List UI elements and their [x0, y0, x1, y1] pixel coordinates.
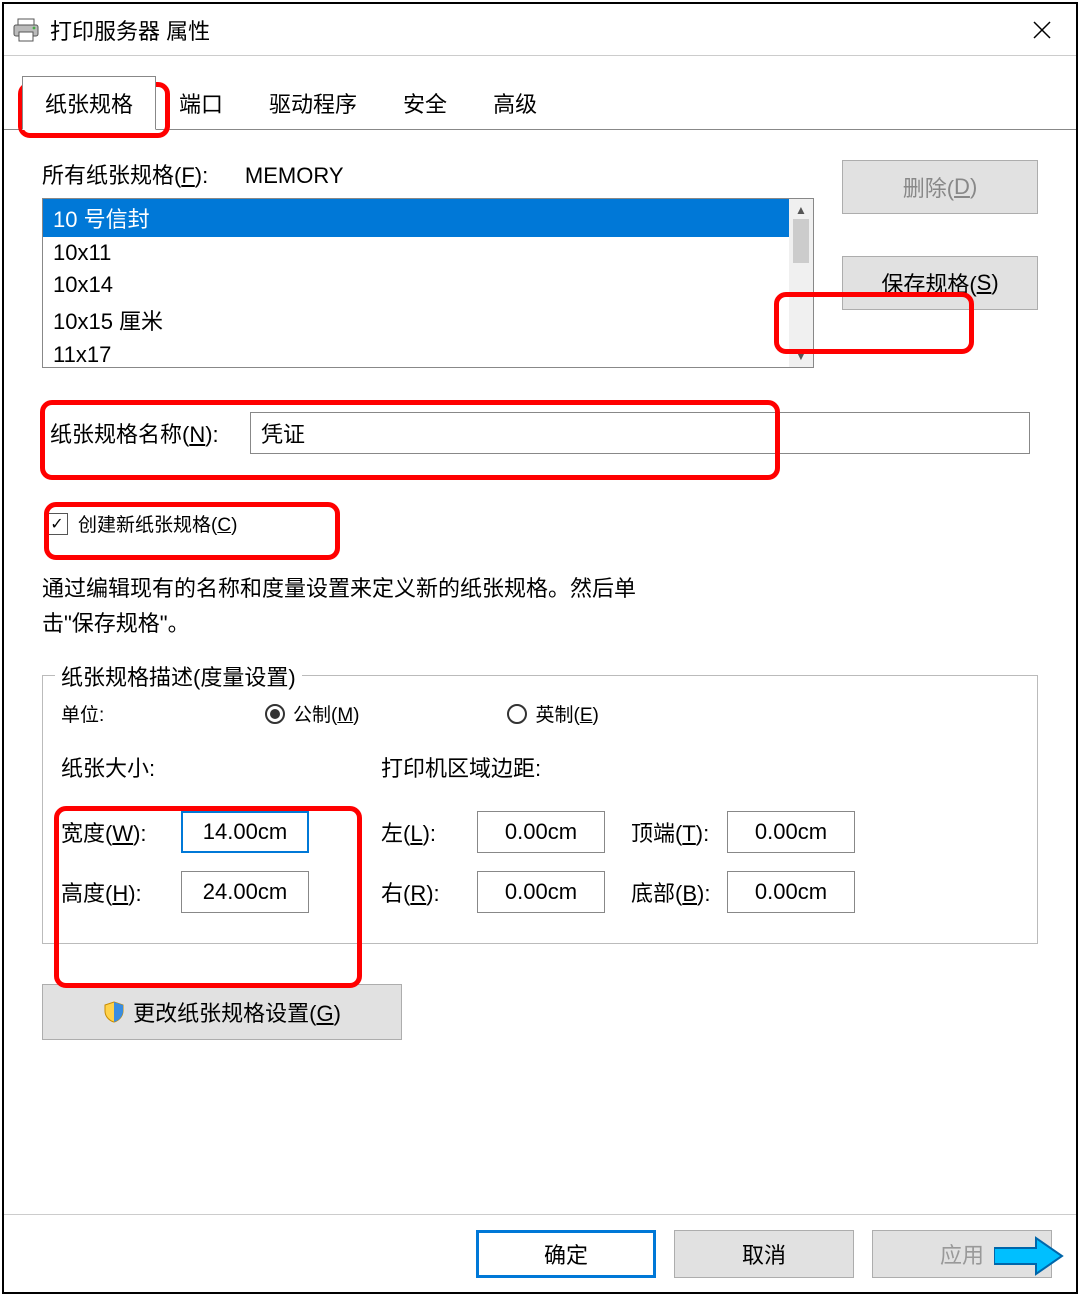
dialog-footer: 确定 取消 应用	[4, 1214, 1076, 1292]
delete-button[interactable]: 删除(D)	[842, 160, 1038, 214]
shield-icon	[103, 1001, 125, 1023]
tab-content: 所有纸张规格(F): MEMORY 10 号信封 10x11 10x14 10x…	[4, 130, 1076, 1040]
annotation-arrow-icon	[994, 1236, 1064, 1276]
all-forms-label: 所有纸张规格(F): MEMORY	[42, 158, 814, 190]
help-text: 通过编辑现有的名称和度量设置来定义新的纸张规格。然后单 击"保存规格"。	[42, 571, 1038, 641]
create-new-checkbox[interactable]: ✓	[46, 513, 68, 535]
scroll-down-icon[interactable]: ▼	[795, 349, 807, 363]
list-item[interactable]: 10x14	[43, 269, 789, 301]
save-form-button[interactable]: 保存规格(S)	[842, 256, 1038, 310]
height-label: 高度(H):	[61, 876, 173, 908]
units-label: 单位:	[61, 700, 221, 727]
list-item[interactable]: 10x11	[43, 237, 789, 269]
top-input[interactable]	[727, 811, 855, 853]
forms-listbox[interactable]: 10 号信封 10x11 10x14 10x15 厘米 11x17 ▲ ▼	[42, 198, 814, 368]
bottom-label: 底部(B):	[631, 876, 719, 908]
close-button[interactable]	[1016, 8, 1068, 52]
tab-drivers[interactable]: 驱动程序	[246, 76, 380, 130]
list-item[interactable]: 10x15 厘米	[43, 301, 789, 339]
ok-button[interactable]: 确定	[476, 1230, 656, 1278]
radio-english[interactable]: 英制(E)	[507, 700, 598, 727]
titlebar: 打印服务器 属性	[4, 4, 1076, 56]
right-label: 右(R):	[381, 876, 469, 908]
measurement-fieldset: 纸张规格描述(度量设置) 单位: 公制(M) 英制(E) 纸张大小: 宽度(W)	[42, 675, 1038, 944]
top-label: 顶端(T):	[631, 816, 719, 848]
tab-security[interactable]: 安全	[380, 76, 470, 130]
scroll-up-icon[interactable]: ▲	[795, 203, 807, 217]
printer-icon	[12, 18, 40, 42]
create-new-form-row[interactable]: ✓ 创建新纸张规格(C)	[42, 504, 1038, 543]
radio-metric[interactable]: 公制(M)	[265, 700, 359, 727]
left-label: 左(L):	[381, 816, 469, 848]
cancel-button[interactable]: 取消	[674, 1230, 854, 1278]
tab-ports[interactable]: 端口	[156, 76, 246, 130]
list-item[interactable]: 11x17	[43, 339, 789, 367]
tab-paper-format[interactable]: 纸张规格	[22, 76, 156, 130]
bottom-input[interactable]	[727, 871, 855, 913]
scroll-thumb[interactable]	[793, 219, 809, 263]
margins-head: 打印机区域边距:	[381, 751, 1019, 783]
create-new-label: 创建新纸张规格(C)	[78, 510, 237, 537]
fieldset-legend: 纸张规格描述(度量设置)	[55, 660, 302, 692]
width-input[interactable]	[181, 811, 309, 853]
print-server-properties-window: 打印服务器 属性 纸张规格 端口 驱动程序 安全 高级 所有纸张规格(F): M…	[2, 2, 1078, 1294]
height-input[interactable]	[181, 871, 309, 913]
form-name-input[interactable]	[250, 412, 1030, 454]
close-icon	[1032, 20, 1052, 40]
form-name-label: 纸张规格名称(N):	[50, 417, 232, 449]
forms-source: MEMORY	[245, 163, 344, 188]
tab-advanced[interactable]: 高级	[470, 76, 560, 130]
list-item[interactable]: 10 号信封	[43, 199, 789, 237]
form-name-row: 纸张规格名称(N):	[42, 402, 1038, 464]
left-input[interactable]	[477, 811, 605, 853]
paper-size-head: 纸张大小:	[61, 751, 381, 783]
change-form-settings-button[interactable]: 更改纸张规格设置(G)	[42, 984, 402, 1040]
window-title: 打印服务器 属性	[50, 14, 1016, 46]
width-label: 宽度(W):	[61, 816, 173, 848]
tab-bar: 纸张规格 端口 驱动程序 安全 高级	[4, 76, 1076, 130]
scrollbar[interactable]: ▲ ▼	[789, 199, 813, 367]
right-input[interactable]	[477, 871, 605, 913]
